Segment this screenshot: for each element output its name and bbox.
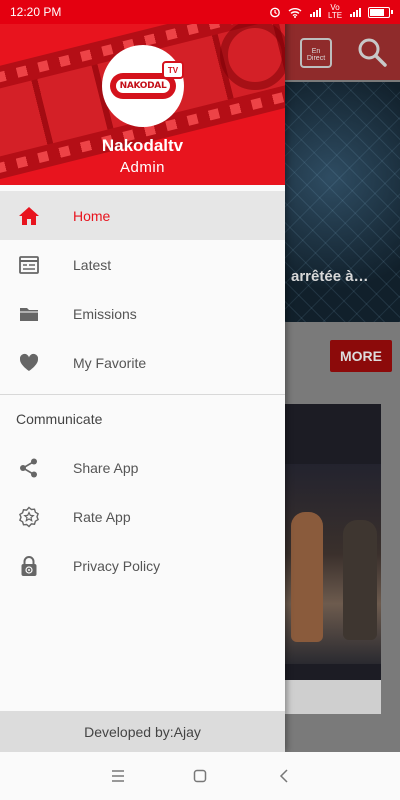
user-role: Admin [119, 159, 166, 176]
more-button[interactable]: MORE [330, 340, 392, 372]
logo-tv-badge: TV [162, 61, 184, 79]
home-button-icon[interactable] [190, 766, 210, 786]
search-icon[interactable] [356, 36, 388, 68]
menu-item-privacy-policy[interactable]: Privacy Policy [0, 541, 285, 590]
home-icon [19, 207, 39, 225]
drawer-footer: Developed by:Ajay [0, 711, 285, 752]
alarm-icon [270, 7, 280, 18]
live-tv-icon[interactable]: En Direct [300, 38, 332, 68]
share-icon [20, 458, 37, 478]
system-nav-bar [0, 752, 400, 800]
menu-item-latest[interactable]: Latest [0, 240, 285, 289]
lock-icon [21, 556, 37, 576]
status-bar: 12:20 PM Vo LTE [0, 0, 400, 24]
menu-item-label: Emissions [73, 305, 137, 322]
signal-icon [310, 7, 321, 17]
navigation-drawer: NAKODAL TV Nakodaltv Admin Home Latest E… [0, 0, 285, 752]
signal-icon-2 [350, 7, 361, 17]
video-caption-area [285, 680, 381, 714]
wifi-icon [288, 7, 302, 18]
drawer-header: NAKODAL TV Nakodaltv Admin [0, 0, 285, 185]
menu-item-my-favorite[interactable]: My Favorite [0, 338, 285, 387]
drawer-menu: Home Latest Emissions My Favorite Commun… [0, 191, 285, 590]
film-reel-graphic [220, 20, 285, 90]
menu-item-label: Latest [73, 256, 112, 273]
menu-item-rate-app[interactable]: Rate App [0, 492, 285, 541]
menu-item-label: Share App [73, 459, 139, 476]
menu-icon[interactable] [108, 766, 128, 786]
featured-banner[interactable]: arrêtée à… [285, 82, 400, 322]
calendar-icon [19, 256, 39, 274]
battery-icon [368, 6, 393, 18]
volte-label: Vo LTE [328, 3, 343, 20]
avatar: NAKODAL TV [102, 45, 184, 127]
menu-item-label: Rate App [73, 508, 131, 525]
star-badge-icon [19, 506, 39, 528]
menu-item-label: Home [73, 207, 111, 224]
menu-item-share-app[interactable]: Share App [0, 443, 285, 492]
status-icons: Vo LTE [269, 3, 393, 20]
section-title-communicate: Communicate [16, 411, 103, 427]
status-time: 12:20 PM [10, 5, 62, 19]
logo-text: NAKODAL [115, 79, 171, 93]
video-figure [343, 520, 377, 640]
menu-item-label: My Favorite [73, 354, 147, 371]
heart-icon [19, 353, 39, 371]
menu-item-emissions[interactable]: Emissions [0, 289, 285, 338]
banner-caption: arrêtée à… [291, 268, 369, 285]
user-name: Nakodaltv [101, 136, 184, 155]
video-thumbnail[interactable] [285, 404, 381, 714]
menu-item-label: Privacy Policy [73, 557, 161, 574]
folder-icon [20, 308, 38, 321]
logo: NAKODAL TV [110, 61, 184, 99]
menu-item-home[interactable]: Home [0, 191, 285, 240]
video-figure [291, 512, 323, 642]
back-icon[interactable] [274, 766, 294, 786]
